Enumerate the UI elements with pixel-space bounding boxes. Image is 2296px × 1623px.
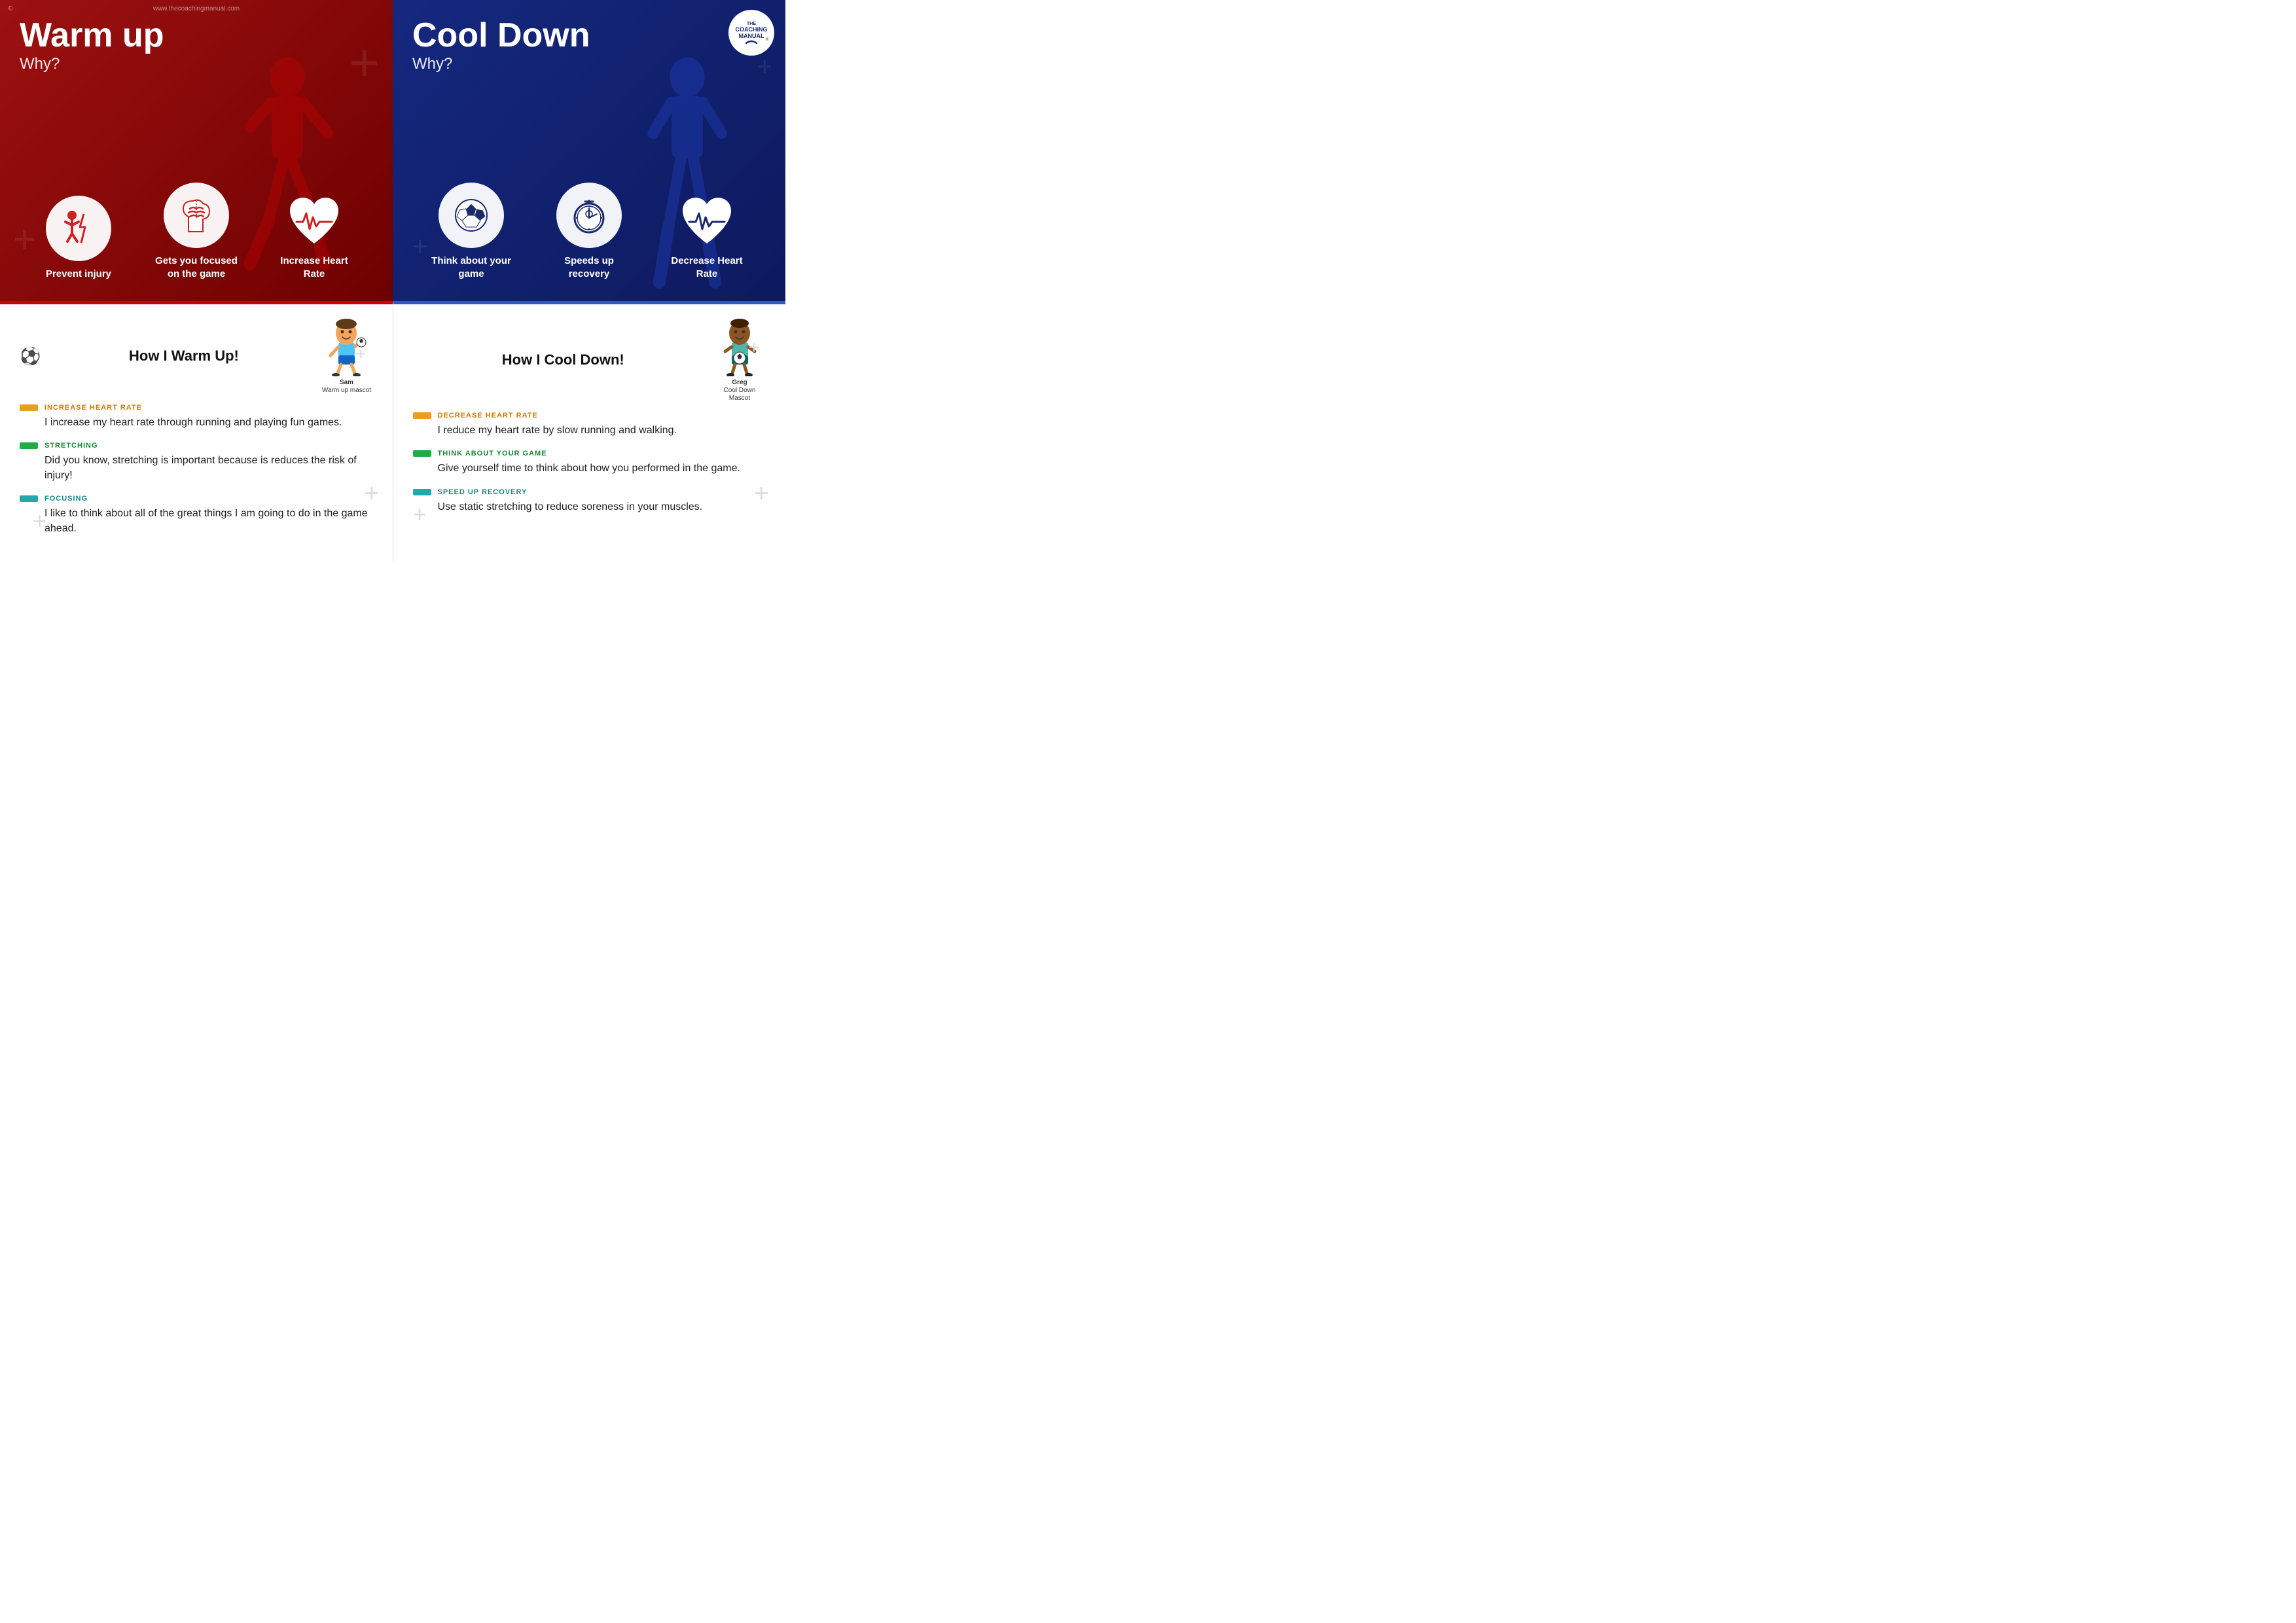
cooldown-title: Cool Down [412, 18, 766, 52]
icon-speeds-recovery: Speeds up recovery [543, 183, 635, 280]
prevent-injury-icon [46, 196, 111, 261]
sam-name: Sam Warm up mascot [322, 379, 371, 395]
cooldown-cat-2-bar [413, 450, 431, 457]
cooldown-cat-2-text: Give yourself time to think about how yo… [413, 461, 766, 476]
copyright: © [8, 5, 12, 12]
cooldown-cat-3-name: SPEED UP RECOVERY [438, 488, 528, 496]
icon-think-game: Think about your game [425, 183, 517, 280]
warmup-cat-1: INCREASE HEART RATE I increase my heart … [20, 404, 373, 430]
cooldown-info-panel: + + + How I Cool Down! [393, 301, 786, 561]
warmup-cat-1-name: INCREASE HEART RATE [45, 404, 142, 412]
watermark: www.thecoachingmanual.com [153, 5, 240, 12]
greg-mascot-area: Greg Cool Down Mascot [713, 317, 766, 402]
cooldown-cat-1-bar [413, 412, 431, 419]
sam-mascot-area: Sam Warm up mascot [321, 317, 373, 395]
stopwatch-icon [556, 183, 622, 248]
brain-label: Gets you focused on the game [151, 255, 242, 280]
cooldown-icons-row: Think about your game [412, 183, 766, 285]
warmup-cat-3-label-row: FOCUSING [20, 495, 373, 503]
greg-name: Greg Cool Down Mascot [713, 379, 766, 402]
warmup-section-title: How I Warm Up! [47, 348, 320, 365]
svg-text:MANUAL: MANUAL [739, 33, 764, 39]
heart-rate-warmup-label: Increase Heart Rate [268, 255, 360, 280]
warmup-cat-1-text: I increase my heart rate through running… [20, 416, 373, 430]
warmup-title: Warm up [20, 18, 373, 52]
svg-text:COACHING: COACHING [736, 26, 768, 33]
warmup-cat-3-name: FOCUSING [45, 495, 88, 503]
brain-icon [164, 183, 229, 248]
prevent-injury-label: Prevent injury [46, 268, 111, 281]
warmup-cat-3-bar [20, 495, 38, 502]
icon-prevent-injury: Prevent injury [33, 196, 124, 281]
warmup-cat-3: FOCUSING I like to think about all of th… [20, 495, 373, 536]
warmup-icons-row: Prevent injury Gets you focused on the [20, 183, 373, 285]
warmup-cat-1-label-row: INCREASE HEART RATE [20, 404, 373, 412]
warmup-cat-1-bar [20, 404, 38, 411]
cool-down-hero: THE COACHING MANUAL ® + + [393, 0, 785, 301]
cooldown-cat-1-text: I reduce my heart rate by slow running a… [413, 423, 766, 438]
think-game-label: Think about your game [425, 255, 517, 280]
speeds-recovery-label: Speeds up recovery [543, 255, 635, 280]
warmup-section-header: ⚽ How I Warm Up! [20, 317, 373, 395]
warmup-title-block: Warm up Why? [20, 18, 373, 73]
cooldown-cat-1-label-row: DECREASE HEART RATE [413, 412, 766, 419]
cooldown-cat-2-name: THINK ABOUT YOUR GAME [438, 450, 547, 457]
warmup-cat-2-name: STRETCHING [45, 442, 98, 450]
cooldown-cat-3-label-row: SPEED UP RECOVERY [413, 488, 766, 496]
warmup-cat-3-text: I like to think about all of the great t… [20, 507, 373, 536]
warm-up-hero: © www.thecoachingmanual.com + + Warm up … [0, 0, 393, 301]
logo-area: THE COACHING MANUAL ® [728, 9, 775, 60]
warmup-subtitle: Why? [20, 55, 373, 73]
cooldown-cat-3-bar [413, 489, 431, 495]
warmup-cat-2: STRETCHING Did you know, stretching is i… [20, 442, 373, 483]
cooldown-cat-1: DECREASE HEART RATE I reduce my heart ra… [413, 412, 766, 438]
svg-text:®: ® [766, 37, 769, 42]
svg-text:THE: THE [747, 22, 756, 26]
cooldown-cat-3: SPEED UP RECOVERY Use static stretching … [413, 488, 766, 514]
decrease-heart-label: Decrease Heart Rate [661, 255, 753, 280]
icon-brain: Gets you focused on the game [151, 183, 242, 280]
heart-icon-cooldown [674, 189, 740, 255]
icon-heart-cooldown: Decrease Heart Rate [661, 189, 753, 280]
warmup-cat-2-text: Did you know, stretching is important be… [20, 454, 373, 483]
soccer-ball-icon [439, 183, 504, 248]
cooldown-subtitle: Why? [412, 55, 766, 73]
cooldown-cat-1-name: DECREASE HEART RATE [438, 412, 538, 419]
icon-heart-warmup: Increase Heart Rate [268, 189, 360, 280]
cooldown-section-header: How I Cool Down! [413, 317, 766, 402]
warmup-cat-2-label-row: STRETCHING [20, 442, 373, 450]
warmup-cat-2-bar [20, 442, 38, 449]
cooldown-cat-3-text: Use static stretching to reduce soreness… [413, 500, 766, 514]
cooldown-cat-2-label-row: THINK ABOUT YOUR GAME [413, 450, 766, 457]
cooldown-title-block: Cool Down Why? [412, 18, 766, 73]
cooldown-cat-2: THINK ABOUT YOUR GAME Give yourself time… [413, 450, 766, 476]
heart-icon-warmup [281, 189, 347, 255]
bottom-section: + + + ⚽ How I Warm Up! [0, 301, 785, 561]
warmup-info-panel: + + + ⚽ How I Warm Up! [0, 301, 393, 561]
warmup-ball-icon: ⚽ [20, 346, 41, 366]
cooldown-section-title: How I Cool Down! [413, 351, 714, 368]
